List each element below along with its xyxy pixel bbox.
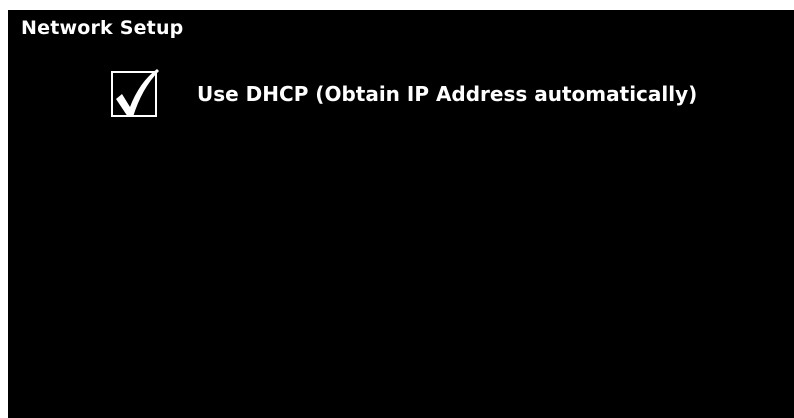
network-setup-screen: Network Setup Use DHCP (Obtain IP Addres… — [8, 10, 794, 418]
dhcp-option[interactable]: Use DHCP (Obtain IP Address automaticall… — [111, 68, 697, 120]
dhcp-label[interactable]: Use DHCP (Obtain IP Address automaticall… — [197, 82, 697, 106]
dhcp-checkbox[interactable] — [111, 69, 159, 117]
page-title: Network Setup — [21, 17, 184, 39]
